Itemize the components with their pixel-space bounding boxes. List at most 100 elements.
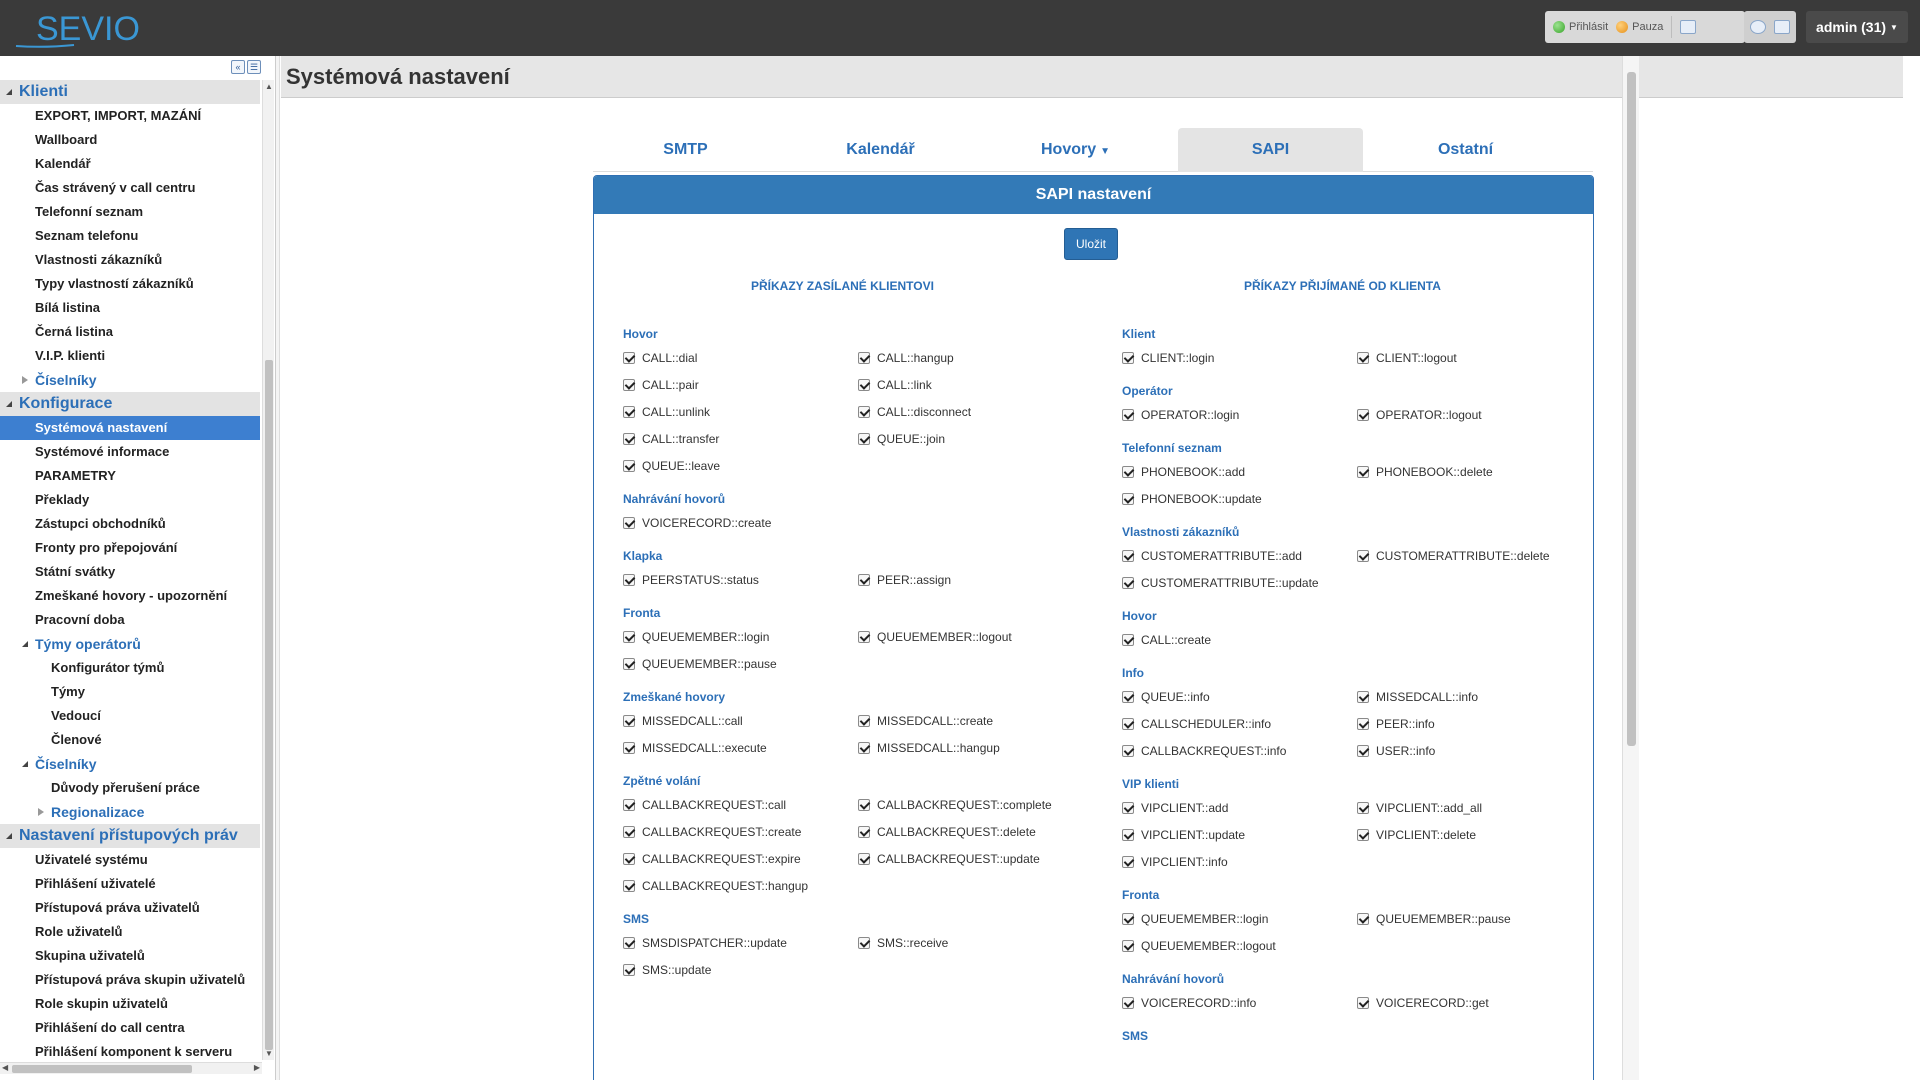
command-checkbox-callbackrequest-create[interactable]: CALLBACKREQUEST::create <box>623 818 858 845</box>
command-checkbox-queuemember-logout[interactable]: QUEUEMEMBER::logout <box>1122 932 1357 959</box>
sidebar-item-uzivatele-systemu[interactable]: Uživatelé systému <box>0 848 260 872</box>
tab-sapi[interactable]: SAPI <box>1178 128 1363 172</box>
command-checkbox-phonebook-update[interactable]: PHONEBOOK::update <box>1122 485 1357 512</box>
checkbox-checked-icon[interactable] <box>858 351 870 364</box>
sidebar-item-tymy-operatoru[interactable]: Týmy operátorů <box>0 632 260 656</box>
checkbox-checked-icon[interactable] <box>623 798 635 811</box>
checkbox-checked-icon[interactable] <box>858 432 870 445</box>
command-checkbox-callbackrequest-expire[interactable]: CALLBACKREQUEST::expire <box>623 845 858 872</box>
sidebar-item-prihlaseni-uzivatele[interactable]: Přihlášení uživatelé <box>0 872 260 896</box>
command-checkbox-operator-login[interactable]: OPERATOR::login <box>1122 401 1357 428</box>
sidebar-item-zmeskane-hovory-upozorneni[interactable]: Zmeškané hovory - upozornění <box>0 584 260 608</box>
checkbox-checked-icon[interactable] <box>858 714 870 727</box>
command-checkbox-voicerecord-create[interactable]: VOICERECORD::create <box>623 509 858 536</box>
checkbox-checked-icon[interactable] <box>1357 465 1369 478</box>
main-vertical-scrollbar[interactable] <box>1622 56 1639 1080</box>
checkbox-checked-icon[interactable] <box>858 741 870 754</box>
checkbox-checked-icon[interactable] <box>623 879 635 892</box>
command-checkbox-queuemember-login[interactable]: QUEUEMEMBER::login <box>1122 905 1357 932</box>
sidebar-vertical-scrollbar[interactable]: ▲ ▼ <box>262 80 274 1060</box>
checkbox-checked-icon[interactable] <box>1357 744 1369 757</box>
command-checkbox-customerattribute-add[interactable]: CUSTOMERATTRIBUTE::add <box>1122 542 1357 569</box>
scroll-down-icon[interactable]: ▼ <box>265 1049 273 1058</box>
scroll-right-icon[interactable]: ▶ <box>254 1063 260 1072</box>
tab-smtp[interactable]: SMTP <box>593 128 778 172</box>
checkbox-checked-icon[interactable] <box>623 630 635 643</box>
command-checkbox-callscheduler-info[interactable]: CALLSCHEDULER::info <box>1122 710 1357 737</box>
sidebar-item-pristupova-prava-uzivatelu[interactable]: Přístupová práva uživatelů <box>0 896 260 920</box>
checkbox-checked-icon[interactable] <box>623 516 635 529</box>
sidebar-item-bila-listina[interactable]: Bílá listina <box>0 296 260 320</box>
checkbox-checked-icon[interactable] <box>1122 801 1134 814</box>
sidebar-item-kalendar[interactable]: Kalendář <box>0 152 260 176</box>
checkbox-checked-icon[interactable] <box>1122 744 1134 757</box>
command-checkbox-queuemember-pause[interactable]: QUEUEMEMBER::pause <box>623 650 858 677</box>
checkbox-checked-icon[interactable] <box>1357 801 1369 814</box>
pause-status-button[interactable]: Pauza <box>1616 21 1663 33</box>
tab-kalendar[interactable]: Kalendář <box>788 128 973 172</box>
tab-ostatni[interactable]: Ostatní <box>1373 128 1558 172</box>
sidebar-item-vlastnosti-zakazniku[interactable]: Vlastnosti zákazníků <box>0 248 260 272</box>
sidebar-item-cerna-listina[interactable]: Černá listina <box>0 320 260 344</box>
command-checkbox-queuemember-logout[interactable]: QUEUEMEMBER::logout <box>858 623 1093 650</box>
command-checkbox-customerattribute-delete[interactable]: CUSTOMERATTRIBUTE::delete <box>1357 542 1592 569</box>
command-checkbox-callbackrequest-delete[interactable]: CALLBACKREQUEST::delete <box>858 818 1093 845</box>
sidebar-item-role-skupin-uzivatelu[interactable]: Role skupin uživatelů <box>0 992 260 1016</box>
command-checkbox-peerstatus-status[interactable]: PEERSTATUS::status <box>623 566 858 593</box>
checkbox-checked-icon[interactable] <box>1122 633 1134 646</box>
command-checkbox-call-disconnect[interactable]: CALL::disconnect <box>858 398 1093 425</box>
command-checkbox-client-logout[interactable]: CLIENT::logout <box>1357 344 1592 371</box>
sidebar-item-fronty-pro-prepojovani[interactable]: Fronty pro přepojování <box>0 536 260 560</box>
checkbox-checked-icon[interactable] <box>858 852 870 865</box>
sidebar-item-role-uzivatelu[interactable]: Role uživatelů <box>0 920 260 944</box>
command-checkbox-callbackrequest-info[interactable]: CALLBACKREQUEST::info <box>1122 737 1357 764</box>
sidebar-item-tymy[interactable]: Týmy <box>0 680 260 704</box>
checkbox-checked-icon[interactable] <box>623 657 635 670</box>
tab-hovory[interactable]: Hovory ▼ <box>983 128 1168 172</box>
command-checkbox-missedcall-hangup[interactable]: MISSEDCALL::hangup <box>858 734 1093 761</box>
sidebar-splitter[interactable] <box>276 56 280 1080</box>
command-checkbox-queuemember-pause[interactable]: QUEUEMEMBER::pause <box>1357 905 1592 932</box>
command-checkbox-missedcall-info[interactable]: MISSEDCALL::info <box>1357 683 1592 710</box>
checkbox-checked-icon[interactable] <box>1122 465 1134 478</box>
command-checkbox-peer-info[interactable]: PEER::info <box>1357 710 1592 737</box>
checkbox-checked-icon[interactable] <box>1122 492 1134 505</box>
sidebar-item-nastaveni-pristupovych-prav[interactable]: Nastavení přístupových práv <box>0 824 260 848</box>
sidebar-item-prihlaseni-komponent-k-serveru[interactable]: Přihlášení komponent k serveru <box>0 1040 260 1060</box>
checkbox-checked-icon[interactable] <box>623 741 635 754</box>
checkbox-checked-icon[interactable] <box>1122 576 1134 589</box>
sidebar-item-skupina-uzivatelu[interactable]: Skupina uživatelů <box>0 944 260 968</box>
checkbox-checked-icon[interactable] <box>858 798 870 811</box>
command-checkbox-voicerecord-info[interactable]: VOICERECORD::info <box>1122 989 1357 1016</box>
checkbox-checked-icon[interactable] <box>1122 855 1134 868</box>
sidebar-item-konfigurator-tymu[interactable]: Konfigurátor týmů <box>0 656 260 680</box>
checkbox-checked-icon[interactable] <box>1122 912 1134 925</box>
command-checkbox-call-pair[interactable]: CALL::pair <box>623 371 858 398</box>
checkbox-checked-icon[interactable] <box>1122 408 1134 421</box>
tree-toggle-icon[interactable]: ☰ <box>247 60 261 74</box>
command-checkbox-callbackrequest-hangup[interactable]: CALLBACKREQUEST::hangup <box>623 872 858 899</box>
command-checkbox-vipclient-delete[interactable]: VIPCLIENT::delete <box>1357 821 1592 848</box>
sidebar-hscroll-thumb[interactable] <box>12 1065 192 1073</box>
command-checkbox-user-info[interactable]: USER::info <box>1357 737 1592 764</box>
command-checkbox-call-create[interactable]: CALL::create <box>1122 626 1357 653</box>
collapsed-triangle-icon[interactable] <box>22 376 28 384</box>
main-scroll-thumb[interactable] <box>1627 72 1636 746</box>
checkbox-checked-icon[interactable] <box>1122 828 1134 841</box>
user-menu-button[interactable]: admin (31) ▼ <box>1806 11 1908 43</box>
sidebar-item-ciselniky[interactable]: Číselníky <box>0 368 260 392</box>
sidebar-item-zastupci-obchodniku[interactable]: Zástupci obchodníků <box>0 512 260 536</box>
command-checkbox-missedcall-execute[interactable]: MISSEDCALL::execute <box>623 734 858 761</box>
command-checkbox-call-transfer[interactable]: CALL::transfer <box>623 425 858 452</box>
command-checkbox-vipclient-add[interactable]: VIPCLIENT::add <box>1122 794 1357 821</box>
sidebar-item-statni-svatky[interactable]: Státní svátky <box>0 560 260 584</box>
checkbox-checked-icon[interactable] <box>623 405 635 418</box>
checkbox-checked-icon[interactable] <box>623 459 635 472</box>
checkbox-checked-icon[interactable] <box>623 378 635 391</box>
checkbox-checked-icon[interactable] <box>1357 690 1369 703</box>
checkbox-checked-icon[interactable] <box>1357 549 1369 562</box>
checkbox-checked-icon[interactable] <box>623 432 635 445</box>
checkbox-checked-icon[interactable] <box>858 630 870 643</box>
command-checkbox-missedcall-call[interactable]: MISSEDCALL::call <box>623 707 858 734</box>
sidebar-item-pracovni-doba[interactable]: Pracovní doba <box>0 608 260 632</box>
